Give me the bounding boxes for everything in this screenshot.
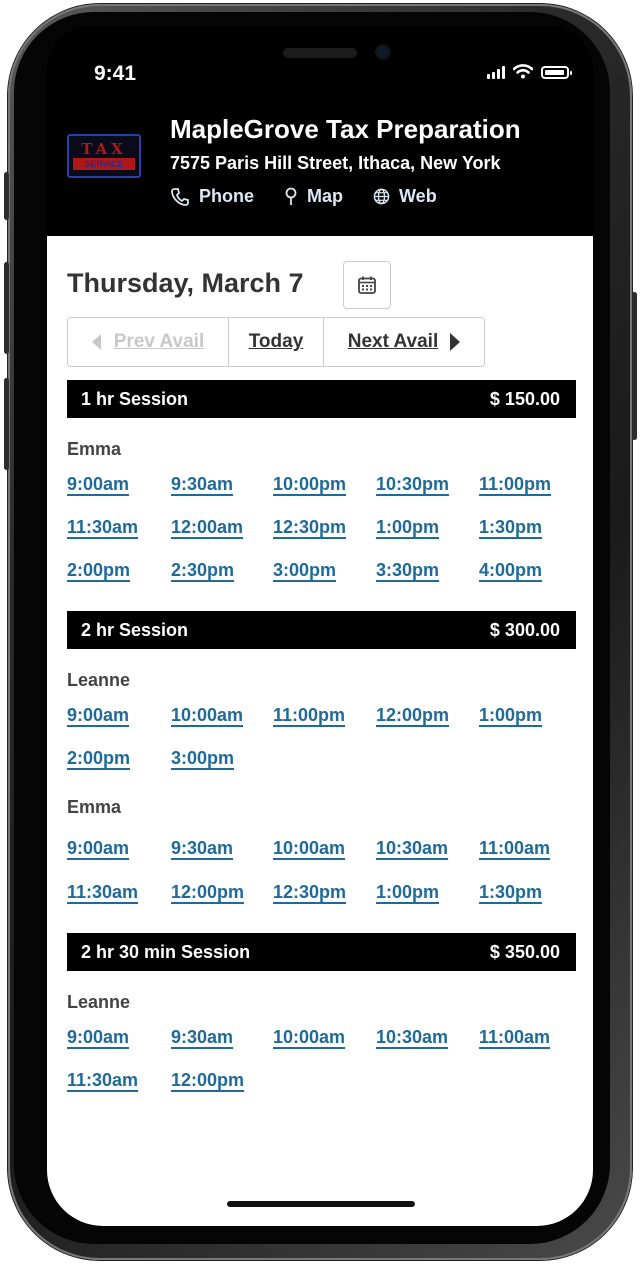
volume-up-button — [4, 262, 9, 354]
time-slot[interactable]: 1:00pm — [479, 705, 542, 726]
contact-links: Phone Map Web — [170, 186, 467, 207]
time-slot[interactable]: 2:30pm — [171, 560, 234, 581]
session-header: 2 hr 30 min Session $ 350.00 — [67, 933, 576, 971]
time-slot[interactable]: 10:30pm — [376, 474, 449, 495]
time-slot[interactable]: 11:00pm — [479, 474, 551, 495]
calendar-button[interactable] — [343, 261, 391, 309]
time-slot[interactable]: 1:00pm — [376, 882, 439, 903]
time-slot[interactable]: 9:30am — [171, 838, 233, 859]
status-icons — [487, 64, 572, 79]
time-slot[interactable]: 2:00pm — [67, 560, 130, 581]
session-price: $ 350.00 — [489, 941, 560, 962]
session-header: 1 hr Session $ 150.00 — [67, 380, 576, 418]
prev-avail-label: Prev Avail — [113, 331, 205, 352]
time-slot[interactable]: 10:30am — [376, 1027, 448, 1048]
time-slot[interactable]: 10:00am — [273, 1027, 345, 1048]
mute-switch — [4, 172, 9, 220]
time-slot[interactable]: 10:00pm — [273, 474, 346, 495]
wifi-icon — [513, 64, 533, 79]
speaker-grille — [283, 48, 357, 58]
time-slot[interactable]: 9:00am — [67, 838, 129, 859]
front-camera — [377, 46, 389, 58]
time-slot[interactable]: 10:00am — [273, 838, 345, 859]
time-slot[interactable]: 11:30am — [67, 1070, 138, 1091]
business-name: MapleGrove Tax Preparation — [170, 114, 521, 144]
staff-name: Leanne — [67, 670, 131, 690]
time-slot[interactable]: 11:00am — [479, 838, 550, 859]
session-header: 2 hr Session $ 300.00 — [67, 611, 576, 649]
next-avail-label: Next Avail — [347, 331, 439, 352]
screen: 9:41 TAX SERVICE MapleGrove Tax Preparat… — [47, 26, 593, 1226]
time-slot[interactable]: 9:30am — [171, 1027, 233, 1048]
time-slot[interactable]: 10:00am — [171, 705, 243, 726]
time-slot[interactable]: 9:00am — [67, 705, 129, 726]
session-name: 2 hr Session — [81, 619, 189, 640]
business-logo: TAX SERVICE — [67, 134, 141, 178]
map-pin-icon — [285, 187, 297, 205]
map-link[interactable]: Map — [284, 186, 343, 207]
home-indicator[interactable] — [227, 1201, 415, 1207]
logo-bottom-text: SERVICE — [73, 158, 135, 170]
prev-avail-button[interactable]: Prev Avail — [68, 318, 229, 366]
time-slot[interactable]: 11:00pm — [273, 705, 345, 726]
staff-name: Emma — [67, 439, 122, 459]
staff-name: Emma — [67, 797, 122, 817]
business-address: 7575 Paris Hill Street, Ithaca, New York — [170, 153, 501, 173]
logo-top-text: TAX — [81, 140, 127, 158]
time-slot[interactable]: 9:00am — [67, 1027, 129, 1048]
today-label: Today — [248, 331, 304, 352]
time-slot[interactable]: 12:30pm — [273, 882, 346, 903]
calendar-icon — [358, 276, 376, 294]
phone-link-label: Phone — [199, 186, 255, 206]
phone-link[interactable]: Phone — [170, 186, 254, 207]
time-slot[interactable]: 2:00pm — [67, 748, 130, 769]
date-title: Thursday, March 7 — [67, 268, 304, 298]
time-slot[interactable]: 4:00pm — [479, 560, 542, 581]
caret-left-icon — [91, 334, 101, 350]
phone-icon — [171, 187, 189, 206]
time-slot[interactable]: 12:00pm — [376, 705, 449, 726]
time-slot[interactable]: 12:00am — [171, 517, 243, 538]
today-button[interactable]: Today — [229, 318, 324, 366]
battery-icon — [541, 66, 572, 79]
time-slot[interactable]: 1:00pm — [376, 517, 439, 538]
date-navigation: Prev Avail Today Next Avail — [67, 317, 485, 367]
booking-content: Thursday, March 7 Prev Avail Today Next … — [47, 236, 593, 1226]
web-link-label: Web — [399, 186, 437, 206]
time-slot[interactable]: 11:30am — [67, 882, 138, 903]
time-slot[interactable]: 1:30pm — [479, 517, 542, 538]
time-slot[interactable]: 12:00pm — [171, 1070, 244, 1091]
session-name: 2 hr 30 min Session — [81, 941, 251, 962]
time-slot[interactable]: 9:30am — [171, 474, 233, 495]
time-slot[interactable]: 3:30pm — [376, 560, 439, 581]
time-slot[interactable]: 11:30am — [67, 517, 138, 538]
time-slot[interactable]: 12:00pm — [171, 882, 244, 903]
time-slot[interactable]: 3:00pm — [273, 560, 336, 581]
volume-down-button — [4, 378, 9, 470]
staff-name: Leanne — [67, 992, 131, 1012]
globe-icon — [373, 188, 390, 205]
session-price: $ 300.00 — [489, 619, 560, 640]
time-slot[interactable]: 9:00am — [67, 474, 129, 495]
caret-right-icon — [450, 333, 461, 351]
time-slot[interactable]: 1:30pm — [479, 882, 542, 903]
session-name: 1 hr Session — [81, 388, 189, 409]
time-slot[interactable]: 10:30am — [376, 838, 448, 859]
time-slot[interactable]: 11:00am — [479, 1027, 550, 1048]
map-link-label: Map — [307, 186, 344, 206]
session-price: $ 150.00 — [489, 388, 560, 409]
signal-icon — [487, 65, 505, 79]
power-button — [632, 292, 637, 440]
web-link[interactable]: Web — [373, 186, 437, 207]
status-time: 9:41 — [94, 62, 137, 85]
time-slot[interactable]: 12:30pm — [273, 517, 346, 538]
next-avail-button[interactable]: Next Avail — [324, 318, 484, 366]
time-slot[interactable]: 3:00pm — [171, 748, 234, 769]
